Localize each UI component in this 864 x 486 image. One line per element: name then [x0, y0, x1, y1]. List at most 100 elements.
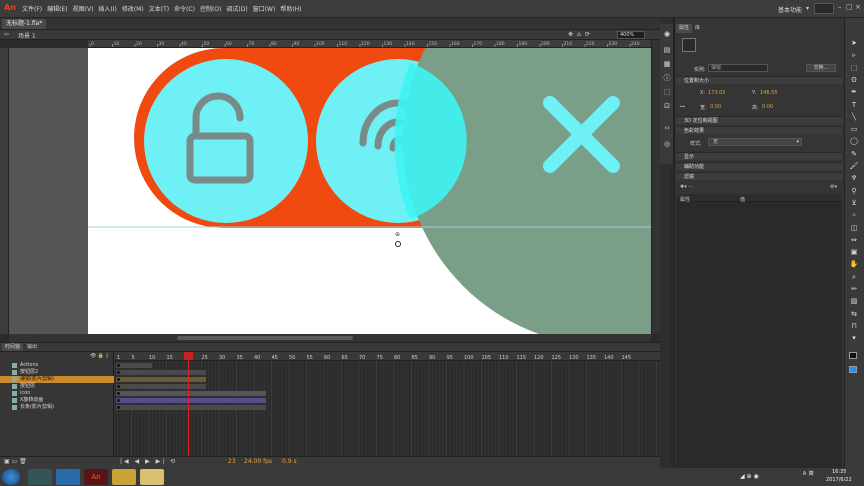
frame-span[interactable] [116, 398, 266, 403]
stroke-swatch[interactable] [849, 352, 857, 359]
camera-icon[interactable]: ▣ [847, 247, 861, 257]
frame-span[interactable] [116, 405, 266, 410]
select-icon[interactable]: ➤ [847, 38, 861, 48]
minimize-icon[interactable]: – [838, 3, 842, 11]
timeline-layer[interactable]: X旋转动画 [0, 397, 114, 404]
frame-span[interactable] [116, 384, 206, 389]
search-input[interactable] [814, 3, 834, 14]
keyframe[interactable] [117, 364, 120, 367]
rectangle-icon[interactable]: ▭ [847, 124, 861, 134]
history-icon[interactable]: ⊡ [663, 102, 671, 110]
layer-frames[interactable] [114, 397, 660, 404]
menu-item-7[interactable]: 控制(O) [200, 4, 221, 13]
folder-taskbar-icon[interactable] [140, 469, 164, 485]
scene-label[interactable]: 场景 1 [18, 31, 36, 40]
workspace-switcher[interactable]: 基本功能 [778, 5, 802, 14]
w-value[interactable]: 0.00 [710, 104, 721, 110]
tab-timeline[interactable]: 时间轴 [2, 343, 24, 351]
free-transform-icon[interactable]: ⬚ [847, 63, 861, 73]
chevron-down-icon[interactable]: ▾ [806, 5, 809, 12]
text-icon[interactable]: T [847, 100, 861, 110]
stroke-color-icon[interactable]: ✏ [847, 284, 861, 294]
clock-time[interactable]: 16:35 [832, 469, 846, 475]
paint-brush-icon[interactable]: ♆ [847, 173, 861, 183]
section-accessibility[interactable]: 辅助功能 [676, 162, 842, 170]
back-arrow-icon[interactable]: ⇦ [4, 31, 9, 38]
horizontal-scrollbar[interactable] [9, 334, 651, 342]
edit-tools-icon[interactable]: ✥⌂⟳ [568, 31, 594, 38]
menu-item-0[interactable]: 文件(F) [22, 4, 42, 13]
playback-controls[interactable]: |◀ ◀ ▶ ▶| ⟲ [120, 458, 177, 465]
style-select[interactable]: 无 ▾ [708, 138, 802, 146]
input-method-icon[interactable]: Ａ 简 [802, 470, 814, 477]
layer-frames[interactable] [114, 383, 660, 390]
frame-span[interactable] [116, 377, 206, 382]
vertical-scrollbar[interactable] [651, 40, 660, 334]
menu-item-2[interactable]: 视图(V) [73, 4, 94, 13]
swap-button[interactable]: 交换... [806, 64, 836, 72]
eyedropper-icon[interactable]: ⍨ [847, 210, 861, 220]
timeline-layer[interactable]: icon [0, 390, 114, 397]
zoom-icon[interactable]: ⌕ [847, 272, 861, 282]
section-filters[interactable]: 滤镜 [676, 172, 842, 180]
maximize-icon[interactable]: □ [846, 3, 853, 11]
tab-properties[interactable]: 属性 [676, 24, 693, 33]
section-color-effect[interactable]: 色彩效果 [676, 126, 842, 134]
menu-item-8[interactable]: 调试(D) [226, 4, 247, 13]
layer-frames[interactable] [114, 376, 660, 383]
layer-frames[interactable] [114, 404, 660, 411]
close-icon[interactable]: × [855, 3, 861, 11]
eye-lock-icon[interactable]: 👁 🔒 ▯ [90, 353, 109, 359]
paint-bucket-icon[interactable]: ⊻ [847, 198, 861, 208]
scroll-thumb[interactable] [177, 336, 353, 340]
add-filter-icon[interactable]: ✚▾ ⋯ [680, 184, 693, 190]
clock-date[interactable]: 2017/6/22 [826, 477, 852, 483]
options-icon[interactable]: ▾ [847, 333, 861, 343]
fill-swatch[interactable] [849, 366, 857, 373]
document-tab[interactable]: 无标题-1.fla* [2, 19, 47, 29]
eraser-icon[interactable]: ◫ [847, 223, 861, 233]
menu-item-5[interactable]: 文本(T) [149, 4, 169, 13]
section-3d[interactable]: 3D 定位和视图 [676, 116, 842, 124]
fill-color-icon[interactable]: ▨ [847, 296, 861, 306]
x-value[interactable]: 173.05 [708, 90, 726, 96]
subselect-icon[interactable]: ▹ [847, 50, 861, 60]
browser-taskbar-icon[interactable] [56, 469, 80, 485]
menu-item-6[interactable]: 命令(C) [174, 4, 195, 13]
frame-span[interactable] [116, 370, 206, 375]
brush-icon[interactable]: 🖌 [847, 161, 861, 171]
snap-icon[interactable]: ⊓ [847, 321, 861, 331]
code-icon[interactable]: ‹› [663, 124, 671, 132]
keyframe[interactable] [117, 399, 120, 402]
timeline-layer[interactable]: 弹窗(影片剪辑) [0, 376, 114, 383]
frame-span[interactable] [116, 391, 266, 396]
align-icon[interactable]: ▦ [663, 60, 671, 68]
tab-output[interactable]: 输出 [24, 343, 40, 351]
y-value[interactable]: 146.55 [760, 90, 778, 96]
menu-item-10[interactable]: 帮助(H) [280, 4, 301, 13]
keyframe[interactable] [117, 371, 120, 374]
keyframe[interactable] [117, 406, 120, 409]
keyframe[interactable] [117, 385, 120, 388]
info-icon[interactable]: ⓘ [663, 74, 671, 82]
frame-ruler[interactable]: 1 5 10 15 20 25 30 35 40 45 50 55 60 65 70 75 80 85 90 95 10… [114, 352, 660, 361]
transform-icon[interactable]: ⬚ [663, 88, 671, 96]
stage[interactable]: ⊕ [88, 48, 651, 334]
tray-icons[interactable]: ◢ ⊕ ◉ [740, 473, 759, 480]
menu-item-9[interactable]: 窗口(W) [253, 4, 276, 13]
oval-icon[interactable]: ◯ [847, 136, 861, 146]
timeline-layer[interactable]: 长条(影片剪辑) [0, 404, 114, 411]
eye-icon[interactable]: ◉ [663, 30, 671, 38]
keyframe[interactable] [117, 378, 120, 381]
line-icon[interactable]: ╲ [847, 112, 861, 122]
animate-taskbar-icon[interactable]: An [84, 469, 108, 485]
menu-item-4[interactable]: 修改(M) [122, 4, 144, 13]
tab-library[interactable]: 库 [692, 24, 703, 33]
layer-frames[interactable] [114, 369, 660, 376]
h-value[interactable]: 0.00 [762, 104, 773, 110]
app-taskbar-icon[interactable] [112, 469, 136, 485]
frame-span[interactable] [116, 363, 152, 368]
current-frame[interactable]: 23 [228, 458, 236, 465]
menu-item-3[interactable]: 插入(I) [98, 4, 116, 13]
start-button[interactable] [2, 469, 20, 485]
